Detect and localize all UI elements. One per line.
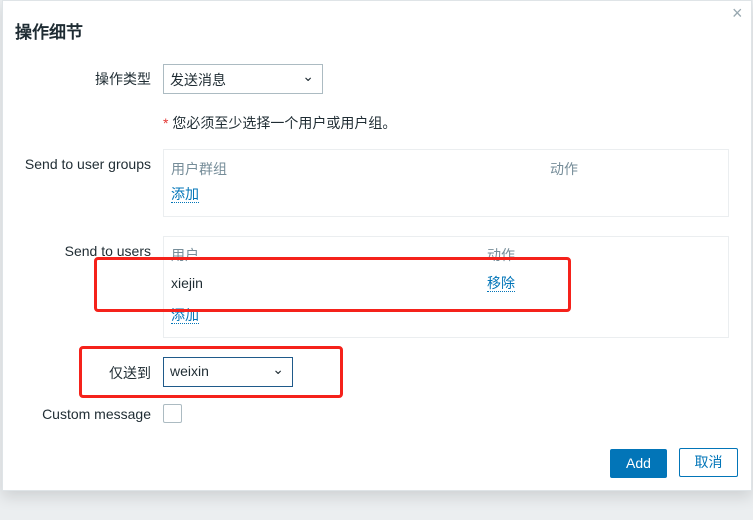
custom-message-label: Custom message [42,406,151,422]
operation-type-select[interactable]: 发送消息 ⌄ [163,64,323,94]
custom-message-checkbox[interactable] [163,404,182,423]
user-groups-table: 用户群组 动作 添加 [163,149,729,217]
highlight-box-user-row [94,257,571,312]
error-message: * 您必须至少选择一个用户或用户组。 [163,113,396,133]
operation-type-value: 发送消息 [170,72,226,88]
close-icon[interactable]: × [732,3,743,24]
highlight-box-send-only-to [79,346,343,398]
dialog-title: 操作细节 [15,23,83,42]
operation-details-dialog: 操作细节 × 操作类型 发送消息 ⌄ * 您必须至少选择一个用户或用户组。 Se… [2,0,752,491]
add-button[interactable]: Add [610,449,667,478]
operation-type-label: 操作类型 [95,71,151,87]
required-asterisk: * [163,115,169,131]
chevron-down-icon: ⌄ [302,68,314,84]
cancel-button[interactable]: 取消 [679,448,738,477]
col-action: 动作 [550,161,578,177]
user-groups-label: Send to user groups [24,156,151,172]
add-user-group-link[interactable]: 添加 [171,186,199,203]
col-user-group: 用户群组 [171,161,227,177]
error-text: 您必须至少选择一个用户或用户组。 [172,115,397,131]
